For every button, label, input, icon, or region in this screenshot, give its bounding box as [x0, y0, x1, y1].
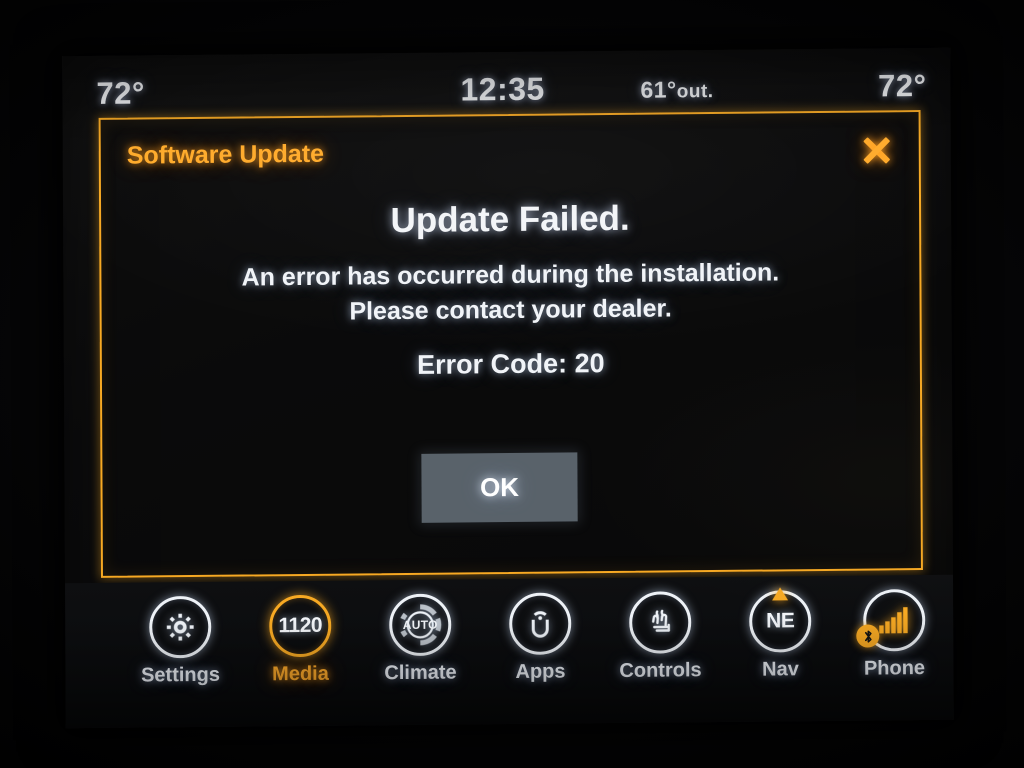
driver-temperature[interactable]: 72° [96, 75, 145, 111]
error-code: Error Code: 20 [417, 348, 605, 380]
nav-label-controls: Controls [619, 659, 702, 682]
dialog-message: An error has occurred during the install… [101, 254, 919, 332]
gear-icon [149, 595, 212, 659]
software-update-dialog: Software Update Update Failed. An error … [98, 110, 923, 578]
climate-dial-icon: AUTO [389, 593, 452, 657]
nav-label-settings: Settings [140, 663, 221, 687]
close-icon[interactable] [857, 130, 897, 170]
ok-button-label: OK [479, 471, 520, 502]
nav-label-phone: Phone [863, 657, 926, 680]
nav-item-nav[interactable]: NE Nav [721, 587, 839, 682]
passenger-temperature[interactable]: 72° [878, 68, 927, 104]
status-bar: 72° 12:35 61°out. 72° [62, 48, 950, 119]
infotainment-photo: 72° 12:35 61°out. 72° Software Update Up… [0, 0, 1024, 768]
nav-label-climate: Climate [384, 661, 457, 685]
signal-bars-icon [856, 589, 926, 652]
nav-item-controls[interactable]: Controls [601, 591, 719, 683]
compass-icon: NE [749, 587, 812, 653]
nav-item-settings[interactable]: Settings [121, 595, 239, 688]
nav-label-apps: Apps [515, 660, 566, 683]
compass-heading-value: NE [766, 609, 795, 633]
nav-item-apps[interactable]: Apps [481, 592, 599, 684]
bluetooth-icon [856, 624, 880, 648]
dialog-heading: Update Failed. [390, 198, 630, 241]
nav-item-phone[interactable]: Phone [835, 589, 953, 681]
heated-seat-icon [629, 591, 692, 654]
outside-temperature: 61°out. [640, 76, 713, 104]
clock: 12:35 [460, 70, 545, 108]
climate-mode-value: AUTO [402, 617, 438, 633]
dialog-message-line-2: Please contact your dealer. [349, 294, 672, 326]
infotainment-screen: 72° 12:35 61°out. 72° Software Update Up… [62, 47, 954, 729]
compass-needle-icon [772, 587, 789, 601]
outside-temperature-label: out. [676, 81, 714, 103]
nav-label-nav: Nav [762, 658, 799, 681]
outside-temperature-value: 61° [640, 76, 677, 103]
nav-item-climate[interactable]: AUTO Climate [361, 593, 479, 685]
dialog-title: Software Update [126, 139, 325, 170]
media-preset-value: 1120 [278, 613, 323, 638]
radio-preset-icon: 1120 [269, 594, 332, 658]
nav-label-media: Media [272, 662, 329, 686]
uconnect-u-icon [509, 592, 572, 655]
bottom-nav-bar: Settings 1120 Media AUTO Climate Apps Co… [65, 574, 954, 729]
nav-item-media[interactable]: 1120 Media [241, 594, 359, 686]
ok-button[interactable]: OK [421, 452, 578, 523]
